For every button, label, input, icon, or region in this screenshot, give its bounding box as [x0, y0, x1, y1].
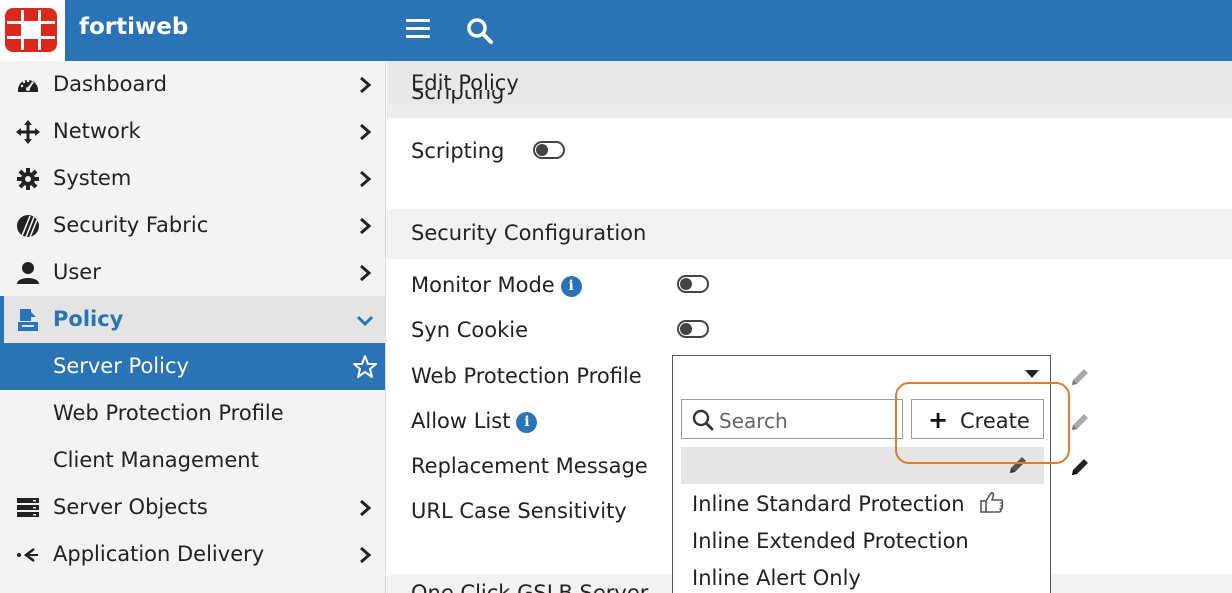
create-label: Create [960, 409, 1030, 433]
section-title: One Click GSLB Server [411, 581, 649, 593]
web-protection-profile-select[interactable] [672, 355, 1051, 395]
sidebar-item-server-objects[interactable]: Server Objects [0, 484, 385, 531]
policy-icon [18, 309, 38, 331]
chevron-right-icon [360, 217, 372, 235]
hamburger-menu-icon[interactable] [406, 19, 430, 41]
thumbs-up-icon [980, 491, 1004, 513]
chevron-right-icon [360, 170, 372, 188]
chevron-right-icon [360, 264, 372, 282]
sidebar: Dashboard Network System Security Fabric… [0, 61, 386, 593]
star-icon[interactable] [352, 354, 378, 380]
scripting-toggle[interactable] [533, 141, 565, 159]
top-bar: fortiweb [0, 0, 1232, 61]
sidebar-item-system[interactable]: System [0, 155, 385, 202]
chevron-right-icon [360, 546, 372, 564]
syn-cookie-toggle[interactable] [677, 320, 709, 338]
logo-icon [5, 8, 57, 52]
section-title: Security Configuration [411, 221, 647, 245]
url-case-sensitivity-label: URL Case Sensitivity [411, 499, 627, 523]
edit-pencil-icon[interactable] [1069, 456, 1091, 478]
brand-name: fortiweb [79, 14, 189, 40]
web-protection-profile-label: Web Protection Profile [411, 364, 642, 388]
sidebar-item-dashboard[interactable]: Dashboard [0, 61, 385, 108]
network-icon [16, 120, 40, 144]
sidebar-item-label: Application Delivery [53, 542, 265, 566]
info-icon[interactable]: i [516, 412, 538, 433]
dropdown-empty-option[interactable] [681, 447, 1044, 484]
server-icon [17, 498, 39, 517]
security-configuration-section: Security Configuration [387, 209, 1232, 259]
chevron-right-icon [360, 499, 372, 517]
edit-pencil-icon[interactable] [1007, 454, 1029, 476]
sidebar-item-server-policy[interactable]: Server Policy [0, 343, 385, 390]
sidebar-item-label: User [53, 260, 101, 284]
dropdown-search-input[interactable]: Search [681, 399, 903, 439]
syn-cookie-label: Syn Cookie [411, 318, 529, 342]
sidebar-item-policy[interactable]: Policy [0, 296, 385, 343]
edit-pencil-icon[interactable] [1069, 366, 1091, 388]
sidebar-item-label: Network [53, 119, 141, 143]
dropdown-option[interactable]: Inline Alert Only [692, 566, 861, 590]
sidebar-item-web-protection-profile[interactable]: Web Protection Profile [0, 390, 385, 437]
search-icon[interactable] [466, 17, 494, 45]
sidebar-item-label: Web Protection Profile [53, 401, 284, 425]
application-delivery-icon [17, 548, 38, 562]
sidebar-item-security-fabric[interactable]: Security Fabric [0, 202, 385, 249]
fortinet-logo[interactable] [0, 0, 65, 61]
scripting-section-heading: Scripting [411, 90, 505, 104]
sidebar-item-label: Server Policy [53, 354, 189, 378]
edit-policy-header: Edit Policy [387, 61, 1232, 104]
sidebar-item-label: Server Objects [53, 495, 208, 519]
active-indicator [0, 296, 4, 343]
edit-pencil-icon[interactable] [1069, 411, 1091, 433]
sidebar-item-network[interactable]: Network [0, 108, 385, 155]
scroll-strip [387, 104, 1232, 118]
scripting-label: Scripting [411, 139, 505, 163]
dashboard-icon [18, 79, 38, 92]
sidebar-item-label: Security Fabric [53, 213, 209, 237]
search-icon [692, 409, 714, 431]
chevron-down-icon [356, 315, 374, 327]
caret-down-icon [1025, 370, 1039, 378]
user-icon [17, 262, 39, 284]
search-placeholder: Search [719, 409, 788, 433]
sidebar-item-user[interactable]: User [0, 249, 385, 296]
sidebar-item-label: Dashboard [53, 72, 167, 96]
allow-list-label: Allow List i [411, 409, 538, 433]
dropdown-option[interactable]: Inline Extended Protection [692, 529, 969, 553]
security-fabric-icon [17, 215, 39, 238]
gear-icon [17, 168, 39, 190]
monitor-mode-label: Monitor Mode i [411, 273, 582, 297]
sidebar-item-label: Client Management [53, 448, 259, 472]
sidebar-item-application-delivery[interactable]: Application Delivery [0, 531, 385, 578]
dropdown-option[interactable]: Inline Standard Protection [692, 490, 1005, 516]
replacement-message-label: Replacement Message [411, 454, 648, 478]
create-button[interactable]: + Create [911, 399, 1044, 439]
monitor-mode-toggle[interactable] [677, 275, 709, 293]
sidebar-item-label: System [53, 166, 132, 190]
info-icon[interactable]: i [560, 276, 582, 297]
chevron-right-icon [360, 76, 372, 94]
profile-dropdown-menu: Search + Create Inline Standard Protecti… [672, 395, 1051, 593]
chevron-right-icon [360, 123, 372, 141]
sidebar-item-client-management[interactable]: Client Management [0, 437, 385, 484]
plus-icon: + [928, 406, 949, 434]
sidebar-item-label: Policy [53, 307, 124, 331]
